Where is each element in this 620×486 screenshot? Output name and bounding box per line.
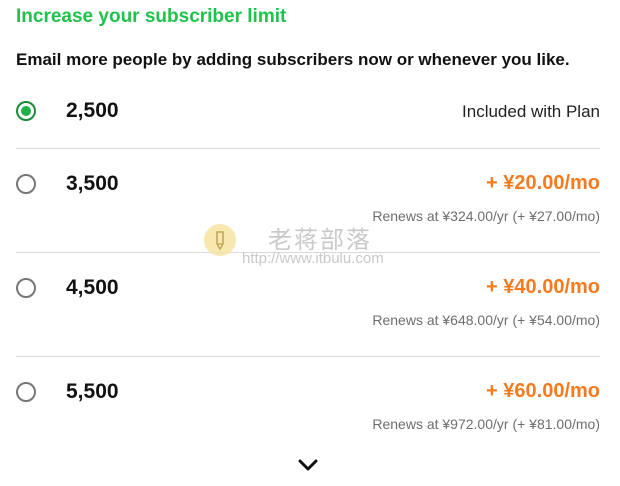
subscriber-count: 5,500	[66, 380, 119, 403]
radio-button[interactable]	[16, 278, 36, 298]
price-monthly: + ¥60.00/mo	[486, 380, 600, 402]
subscriber-count: 2,500	[66, 99, 119, 122]
subscriber-option-4500[interactable]: 4,500 + ¥40.00/mo Renews at ¥648.00/yr (…	[16, 276, 600, 382]
chevron-down-icon[interactable]	[298, 458, 318, 472]
radio-button-selected[interactable]	[16, 101, 36, 121]
renewal-note: Renews at ¥324.00/yr (+ ¥27.00/mo)	[372, 208, 600, 224]
price-monthly: + ¥20.00/mo	[486, 172, 600, 194]
subscriber-count: 3,500	[66, 172, 119, 195]
watermark-url: http://www.itbulu.com	[242, 250, 384, 267]
price-monthly: + ¥40.00/mo	[486, 276, 600, 298]
renewal-note: Renews at ¥648.00/yr (+ ¥54.00/mo)	[372, 312, 600, 328]
subscriber-count: 4,500	[66, 276, 119, 299]
page-title: Increase your subscriber limit	[16, 6, 287, 27]
divider	[16, 148, 600, 149]
divider	[16, 356, 600, 357]
radio-button[interactable]	[16, 174, 36, 194]
included-note: Included with Plan	[462, 102, 600, 121]
radio-button[interactable]	[16, 382, 36, 402]
page-subtitle: Email more people by adding subscribers …	[16, 50, 570, 69]
renewal-note: Renews at ¥972.00/yr (+ ¥81.00/mo)	[372, 416, 600, 432]
pencil-logo-icon	[204, 224, 236, 256]
